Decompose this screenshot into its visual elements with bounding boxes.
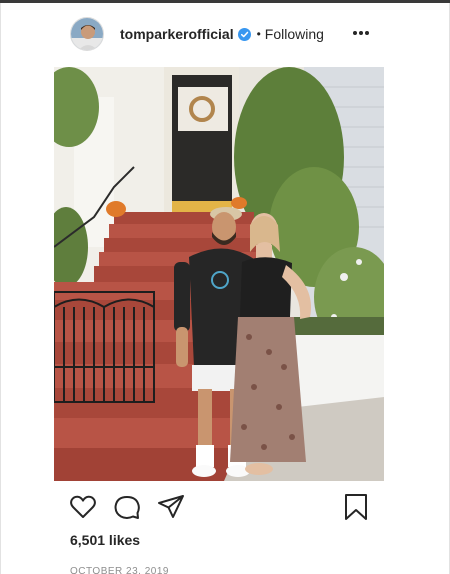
more-horizontal-icon[interactable] xyxy=(352,28,370,38)
heart-icon[interactable] xyxy=(68,492,98,522)
post-photo[interactable] xyxy=(54,67,384,481)
post-date: OCTOBER 23, 2019 xyxy=(70,566,169,574)
separator-dot: • xyxy=(256,27,261,41)
username-link[interactable]: tomparkerofficial xyxy=(120,26,234,42)
bookmark-icon[interactable] xyxy=(341,492,371,522)
verified-badge-icon xyxy=(237,27,251,41)
following-button[interactable]: Following xyxy=(265,26,324,42)
post-photo-image xyxy=(54,67,384,481)
post-header: tomparkerofficial • Following xyxy=(70,16,324,52)
post-actions xyxy=(0,492,450,524)
likes-count[interactable]: 6,501 likes xyxy=(70,532,140,548)
comment-icon[interactable] xyxy=(112,492,142,522)
share-icon[interactable] xyxy=(156,492,186,522)
avatar[interactable] xyxy=(70,17,104,51)
